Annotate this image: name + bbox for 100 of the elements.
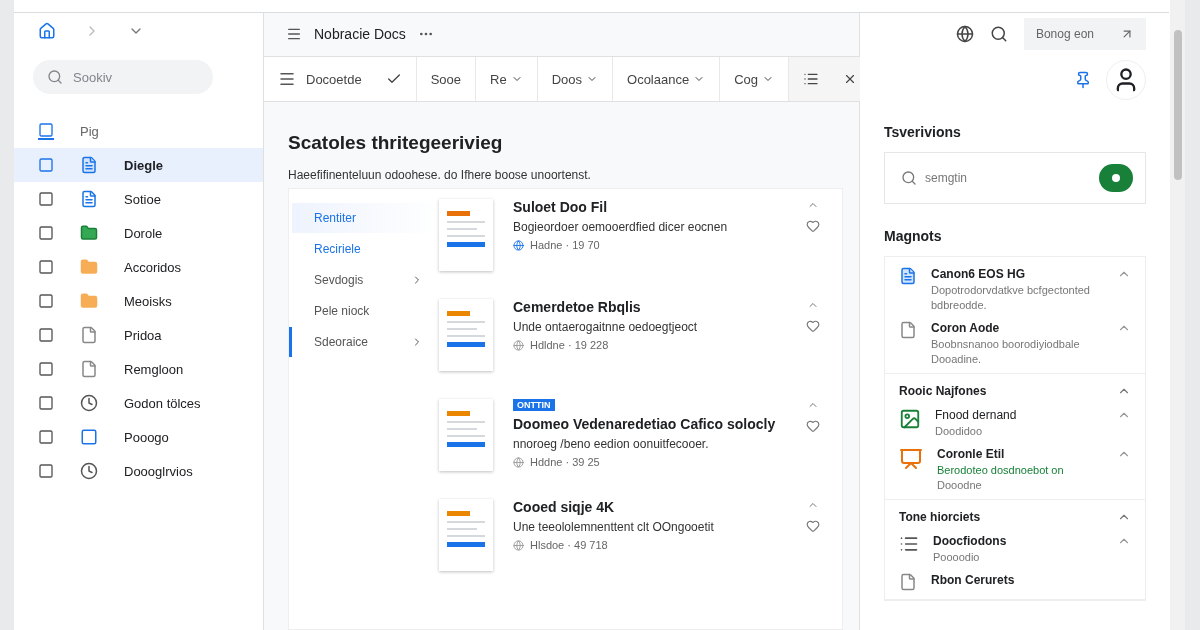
- file-icon: [899, 573, 917, 591]
- intro-text: Haeefifinenteluun odoohese. do Ifhere boose unoortenst.: [288, 168, 592, 182]
- item-description: bdbreodde.: [931, 299, 988, 311]
- document-title[interactable]: Cooed siqje 4K: [513, 499, 786, 515]
- toolbar-button[interactable]: Cog: [734, 71, 775, 87]
- sidebar-item[interactable]: Sotioe: [14, 182, 263, 216]
- sidebar-item[interactable]: Godon tölces: [14, 386, 263, 420]
- document-icon: [899, 267, 917, 285]
- document-icon: [80, 156, 98, 174]
- item-title[interactable]: Rbon Cerurets: [931, 573, 1131, 587]
- item-description: Dopotrodorvdatkve bcfgectonted: [931, 284, 1091, 296]
- document-meta: Hddne · 39 25: [530, 456, 600, 468]
- item-status: Berodoteo dosdnoebot on: [937, 464, 1065, 476]
- search-icon[interactable]: [989, 25, 1008, 43]
- sidebar-item[interactable]: Pooogo: [14, 420, 263, 454]
- toggle-switch[interactable]: [1099, 164, 1133, 192]
- sidebar-item[interactable]: Diegle: [14, 148, 263, 182]
- image-icon: [899, 408, 921, 430]
- clock-icon: [80, 462, 98, 480]
- search-icon: [901, 170, 917, 186]
- square-icon: [38, 293, 54, 309]
- item-title[interactable]: Coron Aode: [931, 321, 1103, 335]
- sidebar-item[interactable]: Doooglrvios: [14, 454, 263, 488]
- document-description: Bogieordoer oemooerdfied dicer eocnen: [513, 220, 729, 234]
- sidebar-item[interactable]: Remgloon: [14, 352, 263, 386]
- document-thumbnail: [439, 499, 493, 571]
- document-thumbnail: [439, 299, 493, 371]
- scrollbar-thumb[interactable]: [1173, 30, 1182, 180]
- item-description: Poooodio: [933, 551, 981, 563]
- app-title: Nobracie Docs: [314, 26, 406, 42]
- menu-icon[interactable]: [278, 70, 296, 88]
- form-icon: [80, 190, 98, 208]
- globe-icon[interactable]: [955, 25, 974, 43]
- square-icon: [38, 463, 54, 479]
- document-thumbnail: [439, 199, 493, 271]
- nav-item[interactable]: Reciriele: [289, 234, 439, 264]
- heart-icon[interactable]: [806, 219, 820, 233]
- folder-icon: [80, 258, 98, 276]
- document-description: Une teeololemnenttent clt OOngooetit: [513, 520, 715, 534]
- square-icon: [38, 122, 54, 140]
- section-title: Rooic Najfones: [899, 384, 987, 398]
- sidebar-label: Pig: [80, 123, 99, 139]
- document-title[interactable]: Cemerdetoe Rbqlis: [513, 299, 786, 315]
- document-description: Unde ontaerogaitnne oedoegtjeoct: [513, 320, 699, 334]
- square-icon: [38, 225, 54, 241]
- section-title: Tone hiorciets: [899, 510, 981, 524]
- page-heading: Scatoles thritegeerivieg: [288, 132, 504, 154]
- menu-icon[interactable]: [286, 26, 302, 42]
- toolbar-button[interactable]: Sooe: [430, 71, 462, 87]
- toggle-knob: [1112, 174, 1120, 182]
- file-icon: [80, 360, 98, 378]
- square-icon: [38, 429, 54, 445]
- toolbar-button[interactable]: Ocolaance: [627, 71, 706, 87]
- account-button[interactable]: Bonog eon: [1023, 18, 1146, 50]
- heart-icon[interactable]: [806, 519, 820, 533]
- item-description: Doodidoo: [935, 425, 984, 437]
- sidebar-tab[interactable]: Pig: [14, 114, 263, 148]
- document-title[interactable]: Doomeo Vedenaredetiao Cafico solocly: [513, 416, 786, 432]
- nav-item[interactable]: Pele niock: [289, 296, 439, 326]
- list-icon[interactable]: [803, 71, 820, 87]
- document-thumbnail: [439, 399, 493, 471]
- square-icon: [38, 191, 54, 207]
- square-icon: [38, 259, 54, 275]
- item-title[interactable]: Canon6 EOS HG: [931, 267, 1103, 281]
- item-description: Boobnsnanoo boorodiyiodbale: [931, 338, 1081, 350]
- document-meta: Hadne · 19 70: [530, 239, 600, 251]
- heart-icon[interactable]: [806, 419, 820, 433]
- folder-icon: [80, 292, 98, 310]
- document-description: nnoroeg /beno eedion oonuitfecooer.: [513, 437, 710, 451]
- item-description: Dooadine.: [931, 353, 983, 365]
- sidebar-item[interactable]: Dorole: [14, 216, 263, 250]
- search-field[interactable]: semgtin: [884, 152, 1146, 204]
- folder-icon: [80, 224, 98, 242]
- document-meta: Hdldne · 19 228: [530, 339, 609, 351]
- toolbar-button[interactable]: Doos: [551, 71, 598, 87]
- sidebar-item[interactable]: Accoridos: [14, 250, 263, 284]
- tag: ONTTIN: [513, 399, 555, 411]
- sidebar-item[interactable]: Pridoa: [14, 318, 263, 352]
- search-icon: [47, 69, 63, 85]
- square-icon: [38, 157, 54, 173]
- file-icon: [899, 321, 917, 339]
- document-meta: Hlsdoe · 49 718: [530, 539, 608, 551]
- home-icon[interactable]: [38, 22, 56, 40]
- heart-icon[interactable]: [806, 319, 820, 333]
- clock-icon: [80, 394, 98, 412]
- item-title[interactable]: Coronle Etil: [937, 447, 1103, 461]
- toolbar-button[interactable]: Re: [490, 71, 523, 87]
- panel-heading: Tsverivions: [884, 124, 962, 140]
- panel-heading: Magnots: [884, 228, 943, 244]
- file-icon: [80, 326, 98, 344]
- item-description: Dooodne: [937, 479, 983, 491]
- sidebar-item[interactable]: Meoisks: [14, 284, 263, 318]
- document-title[interactable]: Suloet Doo Fil: [513, 199, 786, 215]
- toolbar-button[interactable]: Docoetde: [306, 71, 402, 87]
- item-title[interactable]: Fnood dernand: [935, 408, 1103, 422]
- nav-item[interactable]: Sevdogis: [289, 265, 439, 295]
- pin-icon[interactable]: [1074, 71, 1092, 89]
- list-icon: [899, 534, 919, 554]
- square-icon: [38, 327, 54, 343]
- item-title[interactable]: Doocfiodons: [933, 534, 1103, 548]
